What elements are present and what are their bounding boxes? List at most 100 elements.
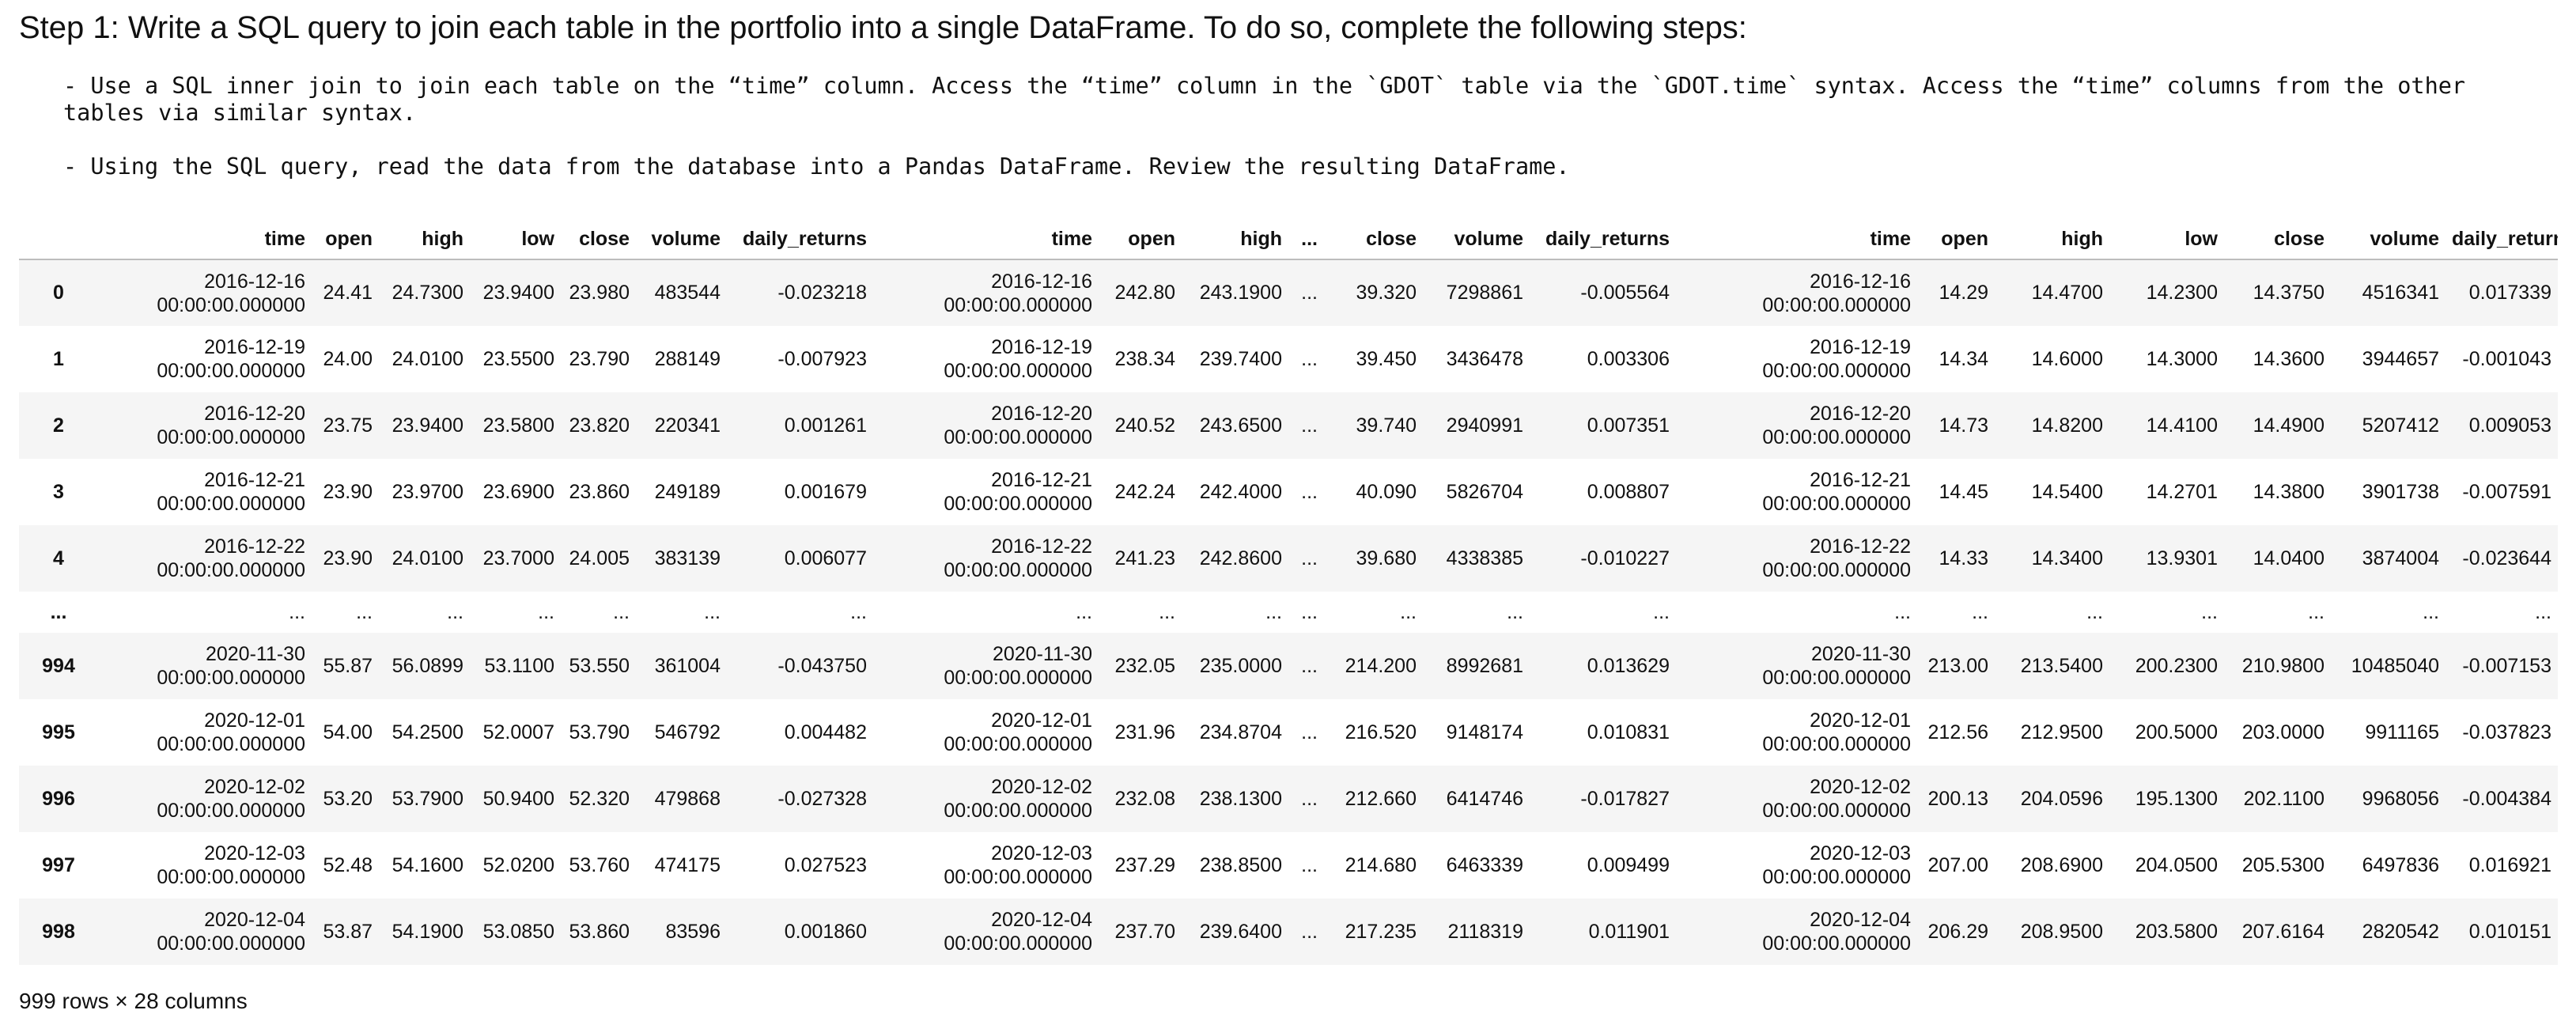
time-cell: 2016-12-20 00:00:00.000000 bbox=[98, 392, 312, 459]
ellipsis-cell: ... bbox=[613, 600, 630, 623]
value-cell: 0.001261 bbox=[784, 414, 867, 437]
table-body: 0 2016-12-16 00:00:00.000000 24.41 24.7300 23… bbox=[19, 259, 2558, 965]
value-cell: 23.6900 bbox=[482, 480, 554, 503]
value-cell: 242.4000 bbox=[1199, 480, 1282, 503]
time-cell: 2020-12-01 00:00:00.000000 bbox=[98, 699, 312, 766]
value-cell: 24.0100 bbox=[392, 547, 463, 569]
ellipsis-cell: ... bbox=[1301, 414, 1318, 437]
ellipsis-cell: ... bbox=[1301, 480, 1318, 503]
time-date: 2020-12-03 bbox=[204, 842, 305, 864]
value-cell: 14.45 bbox=[1939, 480, 1988, 503]
value-cell: 2118319 bbox=[1447, 920, 1523, 943]
value-cell: 24.41 bbox=[323, 282, 373, 304]
value-cell: 0.016921 bbox=[2468, 853, 2551, 876]
value-cell: 54.1900 bbox=[392, 920, 463, 943]
value-cell: -0.023218 bbox=[777, 282, 867, 304]
value-cell: 53.760 bbox=[569, 853, 630, 876]
column-header: ... bbox=[1288, 219, 1324, 260]
value-cell: 14.33 bbox=[1939, 547, 1988, 569]
value-cell: 235.0000 bbox=[1199, 654, 1282, 677]
value-cell: 24.005 bbox=[569, 547, 630, 569]
time-date: 2020-12-02 bbox=[204, 776, 305, 798]
ellipsis-cell: ... bbox=[2086, 600, 2103, 623]
value-cell: 55.87 bbox=[323, 654, 373, 677]
column-header: low bbox=[2109, 219, 2224, 260]
instruction-list: - Use a SQL inner join to join each tabl… bbox=[63, 73, 2539, 207]
value-cell: 213.5400 bbox=[2020, 654, 2103, 677]
time-cell: 2020-12-02 00:00:00.000000 bbox=[1676, 766, 1917, 832]
value-cell: 14.2701 bbox=[2146, 480, 2218, 503]
time-date: 2016-12-22 bbox=[1810, 535, 1911, 558]
time-clock: 00:00:00.000000 bbox=[157, 866, 305, 888]
value-cell: 14.0400 bbox=[2253, 547, 2324, 569]
time-cell: 2020-12-04 00:00:00.000000 bbox=[873, 898, 1099, 965]
time-date: 2020-12-04 bbox=[204, 909, 305, 931]
value-cell: -0.043750 bbox=[777, 654, 867, 677]
ellipsis-row: ........................................… bbox=[19, 592, 2558, 633]
row-index: 0 bbox=[53, 282, 64, 304]
time-clock: 00:00:00.000000 bbox=[944, 667, 1092, 689]
table-row: 995 2020-12-01 00:00:00.000000 54.00 54.2500… bbox=[19, 699, 2558, 766]
time-cell: 2020-11-30 00:00:00.000000 bbox=[873, 633, 1099, 699]
value-cell: 212.56 bbox=[1927, 721, 1988, 743]
value-cell: 53.0850 bbox=[482, 920, 554, 943]
value-cell: -0.023644 bbox=[2462, 547, 2551, 569]
column-header: high bbox=[1182, 219, 1288, 260]
ellipsis-cell: ... bbox=[1301, 547, 1318, 569]
value-cell: 239.7400 bbox=[1199, 347, 1282, 370]
time-clock: 00:00:00.000000 bbox=[1762, 667, 1911, 689]
time-date: 2020-12-01 bbox=[991, 709, 1092, 732]
value-cell: 238.34 bbox=[1114, 347, 1175, 370]
time-date: 2016-12-20 bbox=[991, 403, 1092, 425]
value-cell: 200.13 bbox=[1927, 787, 1988, 810]
time-clock: 00:00:00.000000 bbox=[1762, 293, 1911, 316]
value-cell: 483544 bbox=[654, 282, 721, 304]
value-cell: 53.20 bbox=[323, 787, 373, 810]
value-cell: 232.08 bbox=[1114, 787, 1175, 810]
time-cell: 2016-12-16 00:00:00.000000 bbox=[98, 259, 312, 326]
value-cell: 207.6164 bbox=[2241, 920, 2324, 943]
time-cell: 2016-12-19 00:00:00.000000 bbox=[873, 326, 1099, 392]
value-cell: 14.4900 bbox=[2253, 414, 2324, 437]
table-row: 998 2020-12-04 00:00:00.000000 53.87 54.1900… bbox=[19, 898, 2558, 965]
ellipsis-cell: ... bbox=[1301, 853, 1318, 876]
value-cell: -0.001043 bbox=[2462, 347, 2551, 370]
value-cell: 53.860 bbox=[569, 920, 630, 943]
time-clock: 00:00:00.000000 bbox=[944, 733, 1092, 755]
value-cell: -0.007923 bbox=[777, 347, 867, 370]
step-heading: Step 1: Write a SQL query to join each t… bbox=[19, 10, 1747, 45]
ellipsis-cell: ... bbox=[1301, 721, 1318, 743]
value-cell: 23.9700 bbox=[392, 480, 463, 503]
table-row: 1 2016-12-19 00:00:00.000000 24.00 24.0100 23… bbox=[19, 326, 2558, 392]
value-cell: -0.005564 bbox=[1580, 282, 1670, 304]
ellipsis-cell: ... bbox=[1301, 600, 1318, 623]
value-cell: 206.29 bbox=[1927, 920, 1988, 943]
column-header: volume bbox=[636, 219, 727, 260]
time-date: 2020-12-01 bbox=[1810, 709, 1911, 732]
value-cell: 0.010831 bbox=[1587, 721, 1670, 743]
value-cell: 241.23 bbox=[1114, 547, 1175, 569]
value-cell: 243.6500 bbox=[1199, 414, 1282, 437]
time-cell: 2020-12-03 00:00:00.000000 bbox=[98, 832, 312, 898]
value-cell: 14.3800 bbox=[2253, 480, 2324, 503]
value-cell: -0.027328 bbox=[777, 787, 867, 810]
time-date: 2020-11-30 bbox=[1810, 643, 1911, 665]
ellipsis-cell: ... bbox=[2201, 600, 2218, 623]
value-cell: 208.6900 bbox=[2020, 853, 2103, 876]
time-clock: 00:00:00.000000 bbox=[1762, 426, 1911, 448]
value-cell: 14.73 bbox=[1939, 414, 1988, 437]
value-cell: 242.8600 bbox=[1199, 547, 1282, 569]
value-cell: 39.450 bbox=[1356, 347, 1417, 370]
value-cell: 52.0200 bbox=[482, 853, 554, 876]
value-cell: 14.6000 bbox=[2031, 347, 2103, 370]
value-cell: 383139 bbox=[654, 547, 721, 569]
column-header: high bbox=[1995, 219, 2109, 260]
value-cell: 204.0500 bbox=[2135, 853, 2218, 876]
time-clock: 00:00:00.000000 bbox=[157, 667, 305, 689]
value-cell: 239.6400 bbox=[1199, 920, 1282, 943]
time-clock: 00:00:00.000000 bbox=[944, 800, 1092, 822]
column-header: daily_returns bbox=[2445, 219, 2558, 260]
time-cell: 2016-12-19 00:00:00.000000 bbox=[1676, 326, 1917, 392]
value-cell: 23.90 bbox=[323, 480, 373, 503]
value-cell: 23.75 bbox=[323, 414, 373, 437]
